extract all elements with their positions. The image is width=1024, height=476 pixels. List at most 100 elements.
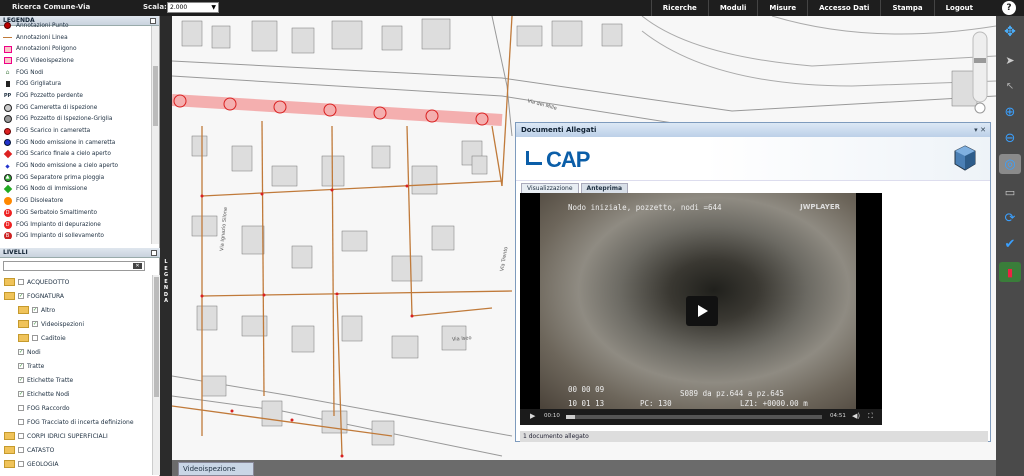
- layer-item[interactable]: ✓ Nodi: [0, 345, 150, 359]
- layer-item[interactable]: ACQUEDOTTO: [0, 275, 150, 289]
- layer-checkbox[interactable]: [18, 433, 24, 439]
- search-comune-via-link[interactable]: Ricerca Comune-Via: [12, 3, 90, 11]
- nodes-group-icon: ⌂: [5, 69, 10, 77]
- layer-item[interactable]: ✓ Tratte: [0, 359, 150, 373]
- layer-item[interactable]: GEOLOGIA: [0, 457, 150, 471]
- pan-arrow-icon[interactable]: ↖: [999, 76, 1021, 96]
- layer-item[interactable]: ✓ Altro: [0, 303, 150, 317]
- layer-label: ACQUEDOTTO: [27, 278, 70, 286]
- folder-icon: [4, 446, 15, 454]
- help-icon[interactable]: ?: [1002, 1, 1016, 15]
- legend-item: FOG Videoispezione: [0, 55, 150, 67]
- layer-checkbox[interactable]: ✓: [18, 349, 24, 355]
- menu-stampa[interactable]: Stampa: [880, 0, 933, 16]
- video-overlay-title: Nodo iniziale, pozzetto, nodi =644: [568, 203, 722, 212]
- legend-list: Annotazioni Punto Annotazioni Linea Annota…: [0, 20, 150, 239]
- play-button[interactable]: [686, 296, 718, 326]
- menu-moduli[interactable]: Moduli: [707, 0, 758, 16]
- videoispezione-tab[interactable]: Videoispezione: [178, 462, 254, 476]
- layers-panel: LIVELLI ✕ ACQUEDOTTO ✓ FOGNATURA ✓ Altro ✓ Vid…: [0, 248, 160, 476]
- volume-icon[interactable]: ◀): [852, 412, 860, 420]
- legend-item: FOG Nodo emissione a cielo aperto: [0, 160, 150, 172]
- zoom-out-icon[interactable]: ⊖: [999, 128, 1021, 148]
- layer-checkbox[interactable]: [18, 405, 24, 411]
- layer-checkbox[interactable]: [18, 279, 24, 285]
- close-icon[interactable]: ✕: [980, 126, 986, 134]
- layer-item[interactable]: FOG Raccordo: [0, 401, 150, 415]
- bottom-taskbar: Videoispezione: [172, 460, 996, 476]
- folder-icon: [4, 278, 15, 286]
- tab-anteprima[interactable]: Anteprima: [580, 183, 629, 193]
- minimize-icon[interactable]: [151, 250, 157, 256]
- fullscreen-icon[interactable]: ⛶: [868, 412, 873, 421]
- legend-item-label: FOG Nodo di immissione: [16, 186, 88, 193]
- layer-item[interactable]: ✓ Videoispezioni: [0, 317, 150, 331]
- layer-item[interactable]: FOG Tracciato di incerta definizione: [0, 415, 150, 429]
- layer-checkbox[interactable]: ✓: [32, 307, 38, 313]
- layer-item[interactable]: Caditoie: [0, 331, 150, 345]
- legend-item-label: FOG Scarico finale a cielo aperto: [16, 151, 111, 158]
- legend-item-label: FOG Cameretta di ispezione: [16, 104, 98, 111]
- legend-side-tab[interactable]: LEGENDA: [160, 16, 172, 476]
- legend-item: PP FOG Pozzetto perdente: [0, 90, 150, 102]
- legend-scrollbar[interactable]: [151, 26, 159, 244]
- legend-item-label: FOG Nodo emissione a cielo aperto: [16, 163, 119, 170]
- layer-item[interactable]: CORPI IDRICI SUPERFICIALI: [0, 429, 150, 443]
- legend-item: Annotazioni Linea: [0, 32, 150, 44]
- check-icon[interactable]: ✔: [999, 234, 1021, 254]
- layer-checkbox[interactable]: ✓: [18, 363, 24, 369]
- grey-circle-icon: [3, 103, 12, 112]
- chevron-down-icon: ▼: [211, 4, 216, 11]
- layers-scrollbar[interactable]: [152, 275, 160, 475]
- tab-visualizzazione[interactable]: Visualizzazione: [521, 183, 579, 193]
- layer-checkbox[interactable]: [18, 419, 24, 425]
- layers-search-input[interactable]: ✕: [3, 261, 145, 271]
- legend-item: FOG Scarico finale a cielo aperto: [0, 149, 150, 161]
- layer-checkbox[interactable]: [18, 461, 24, 467]
- layer-checkbox[interactable]: ✓: [18, 377, 24, 383]
- refresh-icon[interactable]: ⟳: [999, 208, 1021, 228]
- brown-line-icon: [3, 34, 12, 42]
- seek-bar[interactable]: [566, 415, 822, 419]
- layers-icon[interactable]: ▭: [999, 182, 1021, 202]
- collapse-icon[interactable]: ▾: [974, 126, 978, 134]
- blue-dot-icon: [3, 139, 12, 147]
- play-toggle-icon[interactable]: ▶: [530, 412, 535, 420]
- layer-checkbox[interactable]: ✓: [18, 391, 24, 397]
- menu-ricerche[interactable]: Ricerche: [650, 0, 708, 16]
- menu-accesso-dati[interactable]: Accesso Dati: [807, 0, 880, 16]
- legend-item: FOG Disoleatore: [0, 195, 150, 207]
- video-player[interactable]: Nodo iniziale, pozzetto, nodi =644 JWPLA…: [520, 193, 882, 425]
- layer-checkbox[interactable]: [32, 335, 38, 341]
- layer-item[interactable]: ✓ FOGNATURA: [0, 289, 150, 303]
- video-overlay-time: 00 00 09: [568, 385, 605, 394]
- clear-icon[interactable]: ✕: [133, 263, 142, 269]
- minimize-icon[interactable]: [150, 18, 156, 24]
- menu-logout[interactable]: Logout: [933, 0, 984, 16]
- layer-item[interactable]: CATASTO: [0, 443, 150, 457]
- zoom-box-icon[interactable]: ◎: [999, 154, 1021, 174]
- layer-checkbox[interactable]: ✓: [32, 321, 38, 327]
- scale-select[interactable]: 2.000 ▼: [167, 2, 219, 13]
- menu-misure[interactable]: Misure: [757, 0, 807, 16]
- layer-label: Tratte: [27, 362, 45, 370]
- video-overlay-lz: LZ1: +0000.00 m: [740, 399, 808, 408]
- window-titlebar[interactable]: Documenti Allegati ▾ ✕: [516, 123, 990, 137]
- pointer-icon[interactable]: ➤: [999, 50, 1021, 70]
- layer-checkbox[interactable]: [18, 447, 24, 453]
- pan-icon[interactable]: ✥: [999, 22, 1021, 42]
- layer-item[interactable]: ✓ Etichette Tratte: [0, 373, 150, 387]
- layer-checkbox[interactable]: ✓: [18, 293, 24, 299]
- layer-item[interactable]: ✓ Etichette Nodi: [0, 387, 150, 401]
- zoom-in-icon[interactable]: ⊕: [999, 102, 1021, 122]
- legend-item-label: FOG Disoleatore: [16, 198, 64, 205]
- legend-item: FOG Pozzetto di Ispezione-Griglia: [0, 114, 150, 126]
- red-diamond-icon: [3, 150, 12, 159]
- chart-icon[interactable]: ▮: [999, 262, 1021, 282]
- layer-label: CORPI IDRICI SUPERFICIALI: [27, 432, 108, 440]
- legend-item: FOG Scarico in cameretta: [0, 125, 150, 137]
- time-elapsed: 00:10: [544, 413, 560, 419]
- legend-item: FOG Grigliatura: [0, 78, 150, 90]
- scale-label: Scala:: [143, 3, 167, 11]
- layer-label: Etichette Tratte: [27, 376, 74, 384]
